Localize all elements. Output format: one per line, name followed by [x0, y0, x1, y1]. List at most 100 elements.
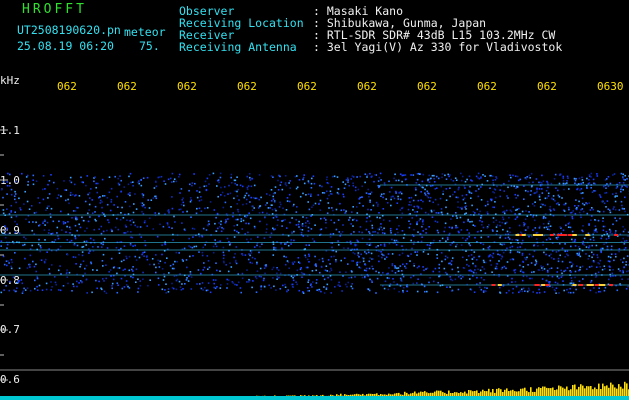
noise-pixel [248, 194, 250, 197]
noise-pixel [397, 179, 400, 182]
noise-pixel [590, 219, 592, 221]
noise-pixel [614, 208, 617, 211]
noise-pixel [117, 284, 119, 286]
noise-pixel [395, 179, 397, 182]
noise-pixel [551, 275, 554, 278]
noise-pixel [10, 204, 13, 207]
noise-pixel [465, 194, 468, 196]
noise-pixel [449, 244, 452, 246]
noise-pixel [571, 230, 574, 233]
noise-pixel [269, 236, 271, 238]
noise-pixel [592, 178, 595, 181]
noise-pixel [81, 254, 84, 257]
noise-pixel [345, 271, 347, 273]
noise-pixel [280, 181, 283, 184]
noise-pixel [239, 287, 242, 289]
noise-pixel [389, 227, 392, 230]
noise-pixel [429, 196, 432, 199]
noise-pixel [562, 280, 564, 282]
noise-pixel [233, 197, 235, 200]
noise-pixel [622, 237, 625, 240]
noise-pixel [515, 197, 517, 199]
noise-pixel [312, 204, 315, 207]
noise-pixel [219, 270, 221, 272]
noise-pixel [271, 208, 274, 211]
noise-pixel [308, 244, 310, 246]
noise-pixel [251, 256, 254, 259]
noise-pixel [68, 202, 70, 205]
noise-pixel [207, 220, 210, 223]
noise-pixel [277, 189, 280, 191]
noise-pixel [216, 269, 218, 272]
noise-pixel [342, 193, 344, 196]
noise-pixel [392, 195, 394, 198]
noise-pixel [332, 209, 334, 212]
noise-pixel [399, 265, 402, 267]
noise-pixel [120, 212, 122, 214]
noise-pixel [124, 232, 127, 234]
noise-pixel [307, 180, 310, 182]
noise-pixel [512, 292, 514, 294]
noise-pixel [470, 254, 473, 256]
noise-pixel [369, 193, 372, 195]
noise-pixel [390, 204, 392, 207]
noise-pixel [298, 262, 301, 264]
noise-pixel [85, 264, 88, 267]
noise-pixel [74, 210, 77, 212]
noise-pixel [410, 276, 412, 279]
noise-pixel [72, 210, 75, 212]
noise-pixel [204, 180, 207, 183]
noise-pixel [368, 260, 371, 263]
noise-pixel [359, 196, 361, 199]
noise-pixel [426, 190, 429, 193]
noise-pixel [359, 226, 362, 228]
noise-pixel [357, 254, 359, 256]
noise-pixel [74, 236, 77, 239]
noise-pixel [161, 244, 163, 246]
noise-pixel [588, 182, 591, 184]
noise-pixel [81, 246, 83, 248]
noise-pixel [42, 188, 44, 191]
noise-pixel [464, 202, 467, 204]
noise-pixel [227, 279, 230, 281]
noise-pixel [0, 291, 3, 294]
noise-pixel [348, 277, 350, 279]
noise-pixel [489, 259, 492, 262]
noise-pixel [89, 216, 91, 218]
noise-pixel [422, 230, 424, 232]
noise-pixel [407, 208, 410, 211]
noise-pixel [547, 271, 549, 273]
noise-pixel [493, 206, 495, 209]
noise-pixel [451, 257, 454, 259]
noise-pixel [460, 277, 462, 280]
noise-pixel [273, 201, 276, 204]
noise-pixel [148, 207, 151, 209]
noise-pixel [508, 289, 510, 292]
noise-pixel [356, 264, 358, 266]
noise-pixel [566, 267, 569, 269]
noise-pixel [276, 278, 278, 280]
baseline-strip [0, 396, 629, 400]
noise-pixel [93, 180, 95, 183]
noise-pixel [37, 243, 40, 246]
noise-pixel [354, 189, 357, 192]
noise-pixel [564, 256, 566, 258]
noise-pixel [246, 269, 248, 271]
app-title: HROFFT [22, 2, 87, 17]
noise-pixel [611, 232, 613, 235]
noise-pixel [378, 186, 380, 189]
noise-pixel [460, 179, 463, 182]
noise-pixel [301, 223, 304, 225]
noise-pixel [515, 187, 517, 189]
noise-pixel [521, 279, 524, 282]
noise-band [0, 172, 629, 294]
noise-pixel [446, 212, 449, 215]
noise-pixel [535, 259, 537, 262]
signal-peak [549, 234, 554, 236]
noise-pixel [236, 176, 238, 178]
noise-pixel [129, 243, 132, 245]
noise-pixel [48, 268, 50, 270]
noise-pixel [598, 262, 601, 265]
noise-pixel [517, 194, 519, 197]
noise-pixel [196, 207, 198, 210]
